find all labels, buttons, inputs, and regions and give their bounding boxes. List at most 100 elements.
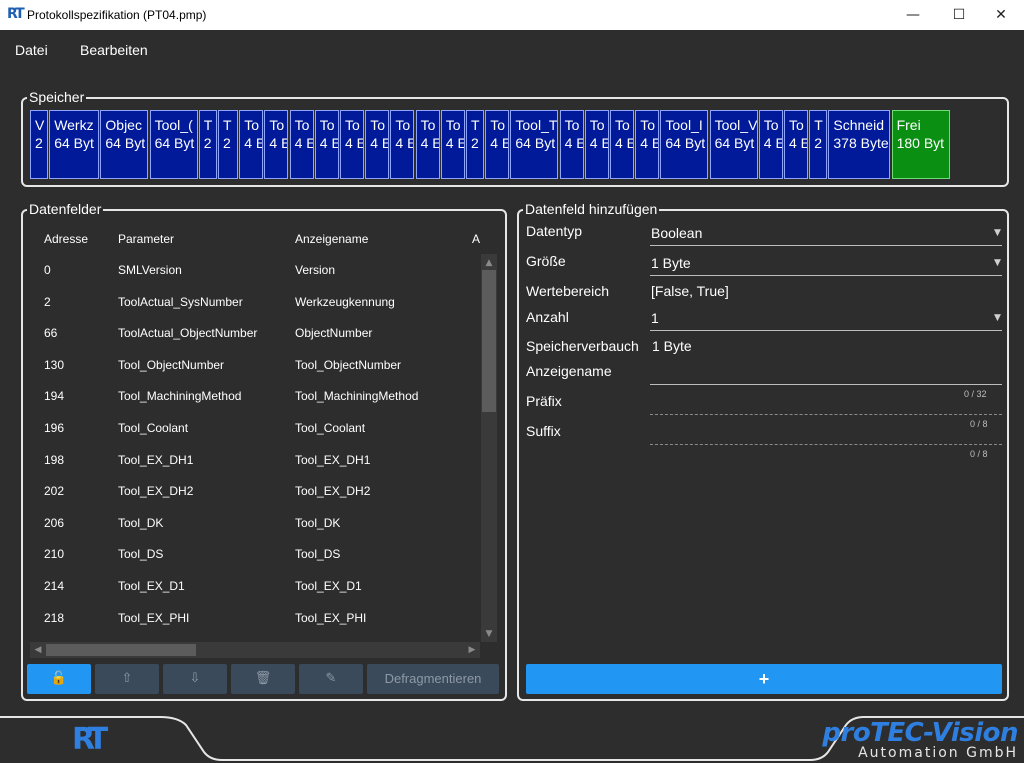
datatype-underline	[650, 245, 1002, 246]
memory-block[interactable]: To 4 E	[365, 110, 390, 179]
arrow-up-icon: ⇧	[121, 671, 133, 686]
move-down-button[interactable]: ⇩	[163, 664, 227, 694]
datatype-select[interactable]: Boolean	[651, 225, 702, 241]
displayname-counter: 0 / 32	[964, 389, 987, 399]
count-underline	[650, 330, 1002, 331]
cell-parameter: Tool_EX_D1	[118, 579, 185, 593]
memory-block[interactable]: Objec 64 Byt	[100, 110, 149, 179]
cell-parameter: ToolActual_ObjectNumber	[118, 326, 258, 341]
memory-block[interactable]: To 4 E	[390, 110, 415, 179]
cell-address: 202	[44, 484, 65, 499]
cell-parameter: Tool_DK	[118, 515, 164, 530]
count-dropdown-icon[interactable]: ▼	[994, 313, 1001, 323]
datatype-label: Datentyp	[526, 223, 583, 239]
memory-block[interactable]: T 2	[466, 110, 484, 179]
memory-block[interactable]: To 4 E	[784, 110, 808, 179]
memory-block[interactable]: Werkz 64 Byt	[49, 110, 100, 179]
memory-block[interactable]: To 4 E	[485, 110, 510, 179]
cell-address: 214	[44, 579, 65, 593]
memory-block[interactable]: Schneid 378 Byte	[828, 110, 891, 179]
count-select[interactable]: 1	[651, 310, 659, 326]
add-field-button[interactable]: +	[526, 664, 1002, 694]
cell-address: 2	[44, 294, 51, 309]
usage-value: 1 Byte	[652, 338, 692, 354]
column-header-displayname[interactable]: Anzeigename	[295, 232, 368, 246]
cell-address: 210	[44, 547, 65, 562]
cell-displayname: Version	[295, 263, 336, 277]
memory-block[interactable]: Tool_V 64 Byt	[709, 110, 758, 179]
trash-icon: 🗑	[254, 671, 272, 686]
scroll-up-icon[interactable]: ▲	[482, 256, 496, 270]
cell-address: 194	[44, 389, 65, 404]
size-dropdown-icon[interactable]: ▼	[994, 258, 1001, 268]
defragment-button[interactable]: Defragmentieren	[367, 664, 499, 694]
memory-block[interactable]: To 4 E	[584, 110, 609, 179]
prefix-label: Präfix	[526, 393, 562, 409]
memory-block[interactable]: T 2	[809, 110, 828, 179]
count-label: Anzahl	[526, 309, 569, 325]
memory-block[interactable]: To 4 E	[559, 110, 584, 179]
memory-block[interactable]: To 4 E	[610, 110, 634, 179]
cell-address: 196	[44, 421, 65, 435]
window-title: Protokollspezifikation (PT04.pmp)	[27, 8, 207, 22]
memory-block[interactable]: To 4 E	[340, 110, 364, 179]
cell-displayname: ObjectNumber	[295, 326, 373, 341]
cell-address: 130	[44, 357, 65, 372]
maximize-button[interactable]: ☐	[936, 0, 982, 30]
memory-block[interactable]: To 4 E	[758, 110, 783, 179]
memory-block-free[interactable]: Frei 180 Byt	[891, 110, 950, 179]
scroll-down-icon[interactable]: ▼	[482, 627, 496, 641]
datatype-dropdown-icon[interactable]: ▼	[994, 228, 1001, 238]
minimize-button[interactable]: —	[890, 0, 936, 30]
menu-file[interactable]: Datei	[15, 42, 48, 58]
cell-parameter: Tool_EX_DH2	[118, 484, 194, 499]
prefix-input[interactable]	[650, 414, 1002, 415]
size-select[interactable]: 1 Byte	[651, 255, 691, 271]
memory-block[interactable]: To 4 E	[440, 110, 465, 179]
memory-block[interactable]: V 2	[30, 110, 48, 179]
brand-logo: proTEC-Vision Automation GmbH	[822, 718, 1018, 761]
column-header-address[interactable]: Adresse	[44, 232, 88, 246]
memory-block[interactable]: To 4 E	[314, 110, 339, 179]
memory-block[interactable]: Tool_( 64 Byt	[149, 110, 198, 179]
column-header-parameter[interactable]: Parameter	[118, 232, 174, 246]
addfield-group-label: Datenfeld hinzufügen	[523, 201, 660, 217]
suffix-input[interactable]	[650, 444, 1002, 445]
memory-block[interactable]: To 4 E	[415, 110, 440, 179]
cell-parameter: Tool_EX_DH1	[118, 452, 194, 467]
menu-edit[interactable]: Bearbeiten	[80, 42, 148, 58]
memory-block[interactable]: To 4 E	[264, 110, 289, 179]
memory-block[interactable]: To 4 E	[635, 110, 660, 179]
memory-block[interactable]: To 4 E	[239, 110, 264, 179]
menu-bar: Datei Bearbeiten	[0, 30, 1024, 70]
lock-button[interactable]: 🔓	[27, 664, 91, 694]
memory-block[interactable]: T 2	[198, 110, 217, 179]
column-header-extra[interactable]: A	[472, 232, 480, 246]
brand-name: proTEC-Vision	[822, 718, 1018, 748]
cell-parameter: Tool_Coolant	[118, 421, 189, 435]
displayname-input[interactable]	[650, 384, 1002, 385]
vertical-scroll-thumb[interactable]	[482, 270, 496, 412]
cell-displayname: Tool_EX_DH2	[295, 484, 371, 499]
cell-address: 66	[44, 326, 58, 341]
horizontal-scroll-thumb[interactable]	[46, 644, 196, 656]
memory-block[interactable]: To 4 E	[289, 110, 314, 179]
delete-button[interactable]: 🗑	[231, 664, 295, 694]
move-up-button[interactable]: ⇧	[95, 664, 159, 694]
cell-displayname: Tool_ObjectNumber	[295, 357, 402, 372]
cell-parameter: Tool_DS	[118, 547, 164, 562]
memory-block[interactable]: Tool_T 64 Byt	[510, 110, 559, 179]
close-button[interactable]: ✕	[978, 0, 1024, 30]
displayname-label: Anzeigename	[526, 363, 612, 379]
edit-button[interactable]: ✎	[299, 664, 363, 694]
usage-label: Speicherverbauch	[526, 338, 639, 354]
memory-block[interactable]: Tool_I 64 Byt	[660, 110, 709, 179]
cell-displayname: Tool_Coolant	[295, 421, 366, 435]
scroll-right-icon[interactable]: ▶	[465, 643, 479, 657]
scroll-left-icon[interactable]: ◀	[31, 643, 45, 657]
lock-icon: 🔓	[50, 671, 68, 686]
cell-displayname: Werkzeugkennung	[295, 294, 395, 309]
cell-displayname: Tool_EX_PHI	[295, 610, 367, 625]
memory-block[interactable]: T 2	[218, 110, 238, 179]
cell-parameter: Tool_MachiningMethod	[118, 389, 242, 404]
